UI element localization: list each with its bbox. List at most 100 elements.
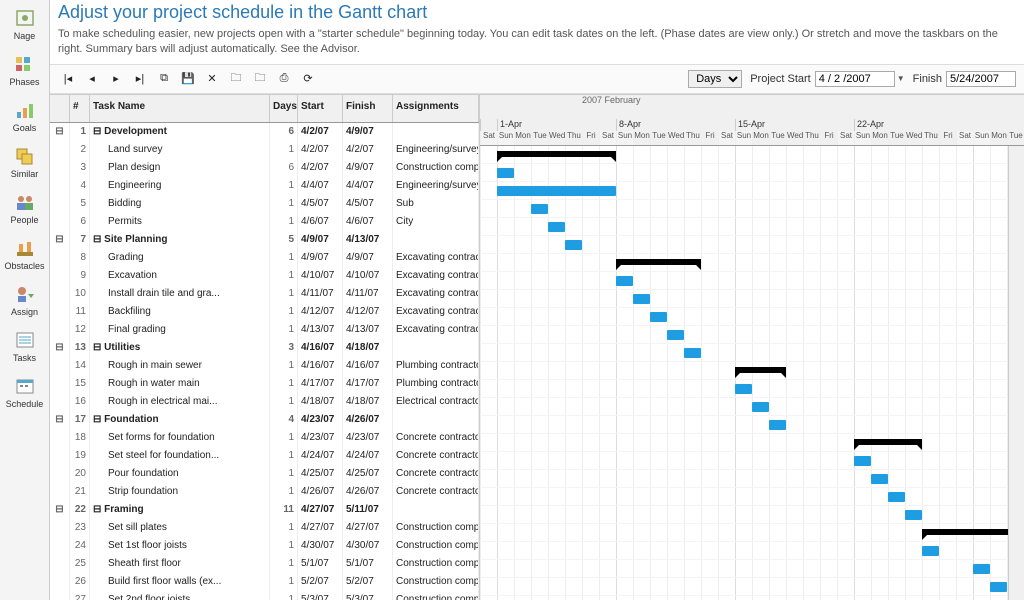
sidebar-item-tasks[interactable]: Tasks (0, 326, 49, 372)
task-assign[interactable]: Excavating contractor (393, 303, 479, 321)
task-days[interactable]: 1 (270, 249, 298, 267)
task-assign[interactable]: Concrete contractor (393, 465, 479, 483)
task-start[interactable]: 4/11/07 (298, 285, 343, 303)
task-assign[interactable]: Excavating contractor (393, 249, 479, 267)
task-start[interactable]: 4/10/07 (298, 267, 343, 285)
task-name[interactable]: Grading (90, 249, 270, 267)
task-start[interactable]: 4/17/07 (298, 375, 343, 393)
task-assign[interactable]: Concrete contractor (393, 447, 479, 465)
task-row[interactable]: 18Set forms for foundation14/23/074/23/0… (50, 429, 479, 447)
task-finish[interactable]: 5/11/07 (343, 501, 393, 519)
task-days[interactable]: 1 (270, 141, 298, 159)
sidebar-item-obstacles[interactable]: Obstacles (0, 234, 49, 280)
task-start[interactable]: 4/27/07 (298, 501, 343, 519)
task-finish[interactable]: 5/3/07 (343, 591, 393, 600)
task-row[interactable]: 15Rough in water main14/17/074/17/07Plum… (50, 375, 479, 393)
task-finish[interactable]: 4/9/07 (343, 249, 393, 267)
task-assign[interactable]: Sub (393, 195, 479, 213)
task-row[interactable]: ⊟13⊟ Utilities34/16/074/18/07 (50, 339, 479, 357)
task-finish[interactable]: 4/13/07 (343, 231, 393, 249)
col-task[interactable]: Task Name (90, 95, 270, 122)
task-days[interactable]: 1 (270, 555, 298, 573)
task-name[interactable]: ⊟ Foundation (90, 411, 270, 429)
task-days[interactable]: 6 (270, 123, 298, 141)
col-assign[interactable]: Assignments (393, 95, 479, 122)
task-days[interactable]: 1 (270, 447, 298, 465)
task-finish[interactable]: 4/11/07 (343, 285, 393, 303)
task-name[interactable]: Set forms for foundation (90, 429, 270, 447)
task-name[interactable]: ⊟ Framing (90, 501, 270, 519)
task-start[interactable]: 4/16/07 (298, 339, 343, 357)
task-days[interactable]: 1 (270, 483, 298, 501)
task-name[interactable]: Bidding (90, 195, 270, 213)
task-finish[interactable]: 4/9/07 (343, 123, 393, 141)
folder-icon[interactable]: 🗀 (226, 69, 246, 89)
task-row[interactable]: 4Engineering14/4/074/4/07Engineering/sur… (50, 177, 479, 195)
task-finish[interactable]: 4/6/07 (343, 213, 393, 231)
new-folder-icon[interactable]: 🗀 (250, 69, 270, 89)
task-start[interactable]: 4/18/07 (298, 393, 343, 411)
task-start[interactable]: 4/9/07 (298, 249, 343, 267)
task-assign[interactable] (393, 411, 479, 429)
task-row[interactable]: 11Backfiling14/12/074/12/07Excavating co… (50, 303, 479, 321)
task-row[interactable]: ⊟17⊟ Foundation44/23/074/26/07 (50, 411, 479, 429)
sidebar-item-phases[interactable]: Phases (0, 50, 49, 96)
task-name[interactable]: Pour foundation (90, 465, 270, 483)
gantt-task-bar[interactable] (769, 420, 786, 430)
zoom-select[interactable]: Days (688, 70, 742, 88)
task-days[interactable]: 1 (270, 393, 298, 411)
task-start[interactable]: 4/13/07 (298, 321, 343, 339)
gantt-task-bar[interactable] (854, 456, 871, 466)
task-days[interactable]: 1 (270, 213, 298, 231)
delete-icon[interactable]: ✕ (202, 69, 222, 89)
task-assign[interactable]: Construction company (393, 591, 479, 600)
task-start[interactable]: 5/1/07 (298, 555, 343, 573)
gantt-summary-bar[interactable] (854, 439, 922, 445)
refresh-icon[interactable]: ⟳ (298, 69, 318, 89)
task-assign[interactable] (393, 339, 479, 357)
task-name[interactable]: Set 2nd floor joists (90, 591, 270, 600)
task-name[interactable]: Set 1st floor joists (90, 537, 270, 555)
task-finish[interactable]: 4/30/07 (343, 537, 393, 555)
nav-first-icon[interactable]: |◂ (58, 69, 78, 89)
task-start[interactable]: 4/26/07 (298, 483, 343, 501)
task-row[interactable]: 23Set sill plates14/27/074/27/07Construc… (50, 519, 479, 537)
gantt-task-bar[interactable] (497, 168, 514, 178)
col-days[interactable]: Days (270, 95, 298, 122)
task-row[interactable]: ⊟1⊟ Development64/2/074/9/07 (50, 123, 479, 141)
task-assign[interactable]: Engineering/surveyors (393, 177, 479, 195)
task-days[interactable]: 5 (270, 231, 298, 249)
task-assign[interactable]: Electrical contractor (393, 393, 479, 411)
task-start[interactable]: 4/24/07 (298, 447, 343, 465)
expand-icon[interactable]: ⊟ (50, 411, 70, 429)
task-finish[interactable]: 5/2/07 (343, 573, 393, 591)
task-finish[interactable]: 4/25/07 (343, 465, 393, 483)
task-assign[interactable]: Plumbing contractor (393, 375, 479, 393)
task-finish[interactable]: 4/26/07 (343, 483, 393, 501)
sidebar-item-goals[interactable]: Goals (0, 96, 49, 142)
task-start[interactable]: 5/3/07 (298, 591, 343, 600)
task-start[interactable]: 4/27/07 (298, 519, 343, 537)
task-start[interactable]: 4/2/07 (298, 123, 343, 141)
task-finish[interactable]: 4/27/07 (343, 519, 393, 537)
task-start[interactable]: 4/23/07 (298, 411, 343, 429)
task-row[interactable]: 8Grading14/9/074/9/07Excavating contract… (50, 249, 479, 267)
gantt-task-bar[interactable] (565, 240, 582, 250)
task-start[interactable]: 4/4/07 (298, 177, 343, 195)
task-days[interactable]: 11 (270, 501, 298, 519)
task-finish[interactable]: 4/12/07 (343, 303, 393, 321)
expand-icon[interactable]: ⊟ (50, 339, 70, 357)
task-finish[interactable]: 4/16/07 (343, 357, 393, 375)
task-start[interactable]: 4/30/07 (298, 537, 343, 555)
task-assign[interactable]: City (393, 213, 479, 231)
task-assign[interactable]: Plumbing contractor (393, 357, 479, 375)
task-finish[interactable]: 4/18/07 (343, 339, 393, 357)
gantt-task-bar[interactable] (871, 474, 888, 484)
task-finish[interactable]: 4/2/07 (343, 141, 393, 159)
task-start[interactable]: 4/25/07 (298, 465, 343, 483)
task-row[interactable]: 19Set steel for foundation...14/24/074/2… (50, 447, 479, 465)
task-start[interactable]: 4/12/07 (298, 303, 343, 321)
gantt-task-bar[interactable] (497, 186, 616, 196)
task-row[interactable]: 21Strip foundation14/26/074/26/07Concret… (50, 483, 479, 501)
task-row[interactable]: 25Sheath first floor15/1/075/1/07Constru… (50, 555, 479, 573)
